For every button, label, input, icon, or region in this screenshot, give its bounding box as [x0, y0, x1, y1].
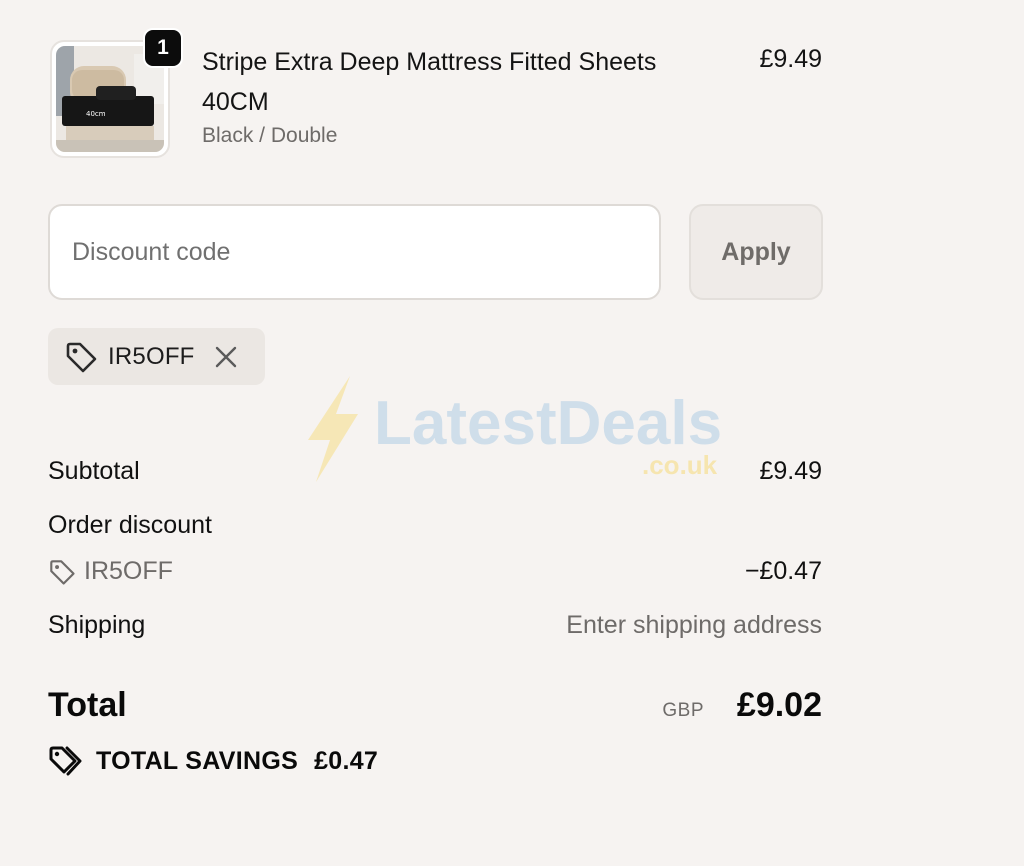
currency-code: GBP: [662, 700, 704, 721]
order-discount-value: −£0.47: [744, 557, 822, 585]
shipping-value: Enter shipping address: [566, 611, 822, 639]
order-discount-label: Order discount: [48, 511, 212, 539]
product-image-label: 40cm: [86, 110, 106, 118]
applied-discount-code: IR5OFF: [108, 342, 195, 370]
tag-icon: [50, 559, 75, 585]
total-savings-label: TOTAL SAVINGS: [96, 746, 299, 775]
product-variant: Black / Double: [202, 124, 338, 147]
latestdeals-watermark: LatestDeals .co.uk: [308, 376, 722, 482]
apply-button[interactable]: Apply: [689, 204, 823, 300]
lightning-bolt-icon: [308, 376, 358, 482]
product-price: £9.49: [759, 45, 822, 73]
product-title: Stripe Extra Deep Mattress Fitted Sheets…: [202, 48, 657, 116]
tag-icon: [66, 342, 97, 372]
quantity-badge: 1: [143, 28, 183, 68]
subtotal-label: Subtotal: [48, 457, 140, 485]
subtotal-value: £9.49: [759, 457, 822, 485]
total-label: Total: [48, 686, 127, 724]
discount-code-input[interactable]: [48, 204, 661, 300]
applied-discount-chip: IR5OFF: [48, 328, 265, 385]
checkout-summary: 40cm 1 Stripe Extra Deep Mattress Fitted…: [0, 0, 1024, 866]
order-discount-code: IR5OFF: [48, 557, 173, 586]
total-savings-value: £0.47: [314, 746, 379, 775]
savings-tags-icon: [49, 746, 82, 776]
watermark-brand: LatestDeals: [374, 389, 722, 458]
remove-discount-icon[interactable]: [213, 344, 239, 370]
shipping-label: Shipping: [48, 611, 146, 639]
order-discount-code-label: IR5OFF: [84, 557, 173, 585]
total-value: £9.02: [736, 686, 822, 724]
total-savings: TOTAL SAVINGS £0.47: [48, 744, 378, 778]
watermark-domain: .co.uk: [642, 450, 718, 480]
